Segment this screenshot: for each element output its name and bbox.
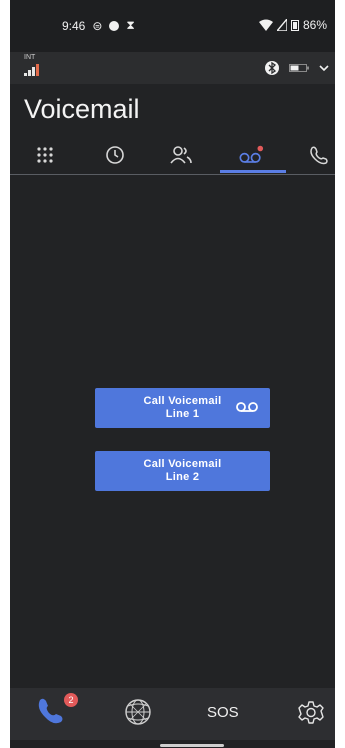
phone-outline-icon	[310, 146, 328, 165]
wifi-icon	[258, 19, 273, 31]
phone-icon	[38, 698, 63, 724]
button-label-line: Call Voicemail	[143, 458, 222, 470]
record-dot-icon	[109, 20, 120, 31]
globe-icon	[125, 699, 151, 725]
nav-phone[interactable]	[36, 696, 66, 726]
gear-icon	[298, 701, 324, 724]
tab-dialpad[interactable]	[32, 142, 58, 168]
clock-icon	[106, 146, 124, 164]
button-label-line: Call Voicemail	[143, 395, 222, 407]
battery-icon	[290, 20, 299, 31]
button-label-line: Line 2	[165, 471, 200, 483]
tab-calls[interactable]	[306, 142, 332, 168]
tab-voicemail[interactable]	[238, 142, 264, 168]
call-voicemail-line1-button[interactable]: Call Voicemail Line 1	[95, 388, 270, 428]
clock-time: 9:46	[62, 18, 86, 33]
carrier-bar: INT	[10, 52, 335, 84]
button-label-line: Line 1	[165, 408, 200, 420]
chevron-down-icon[interactable]	[319, 63, 329, 73]
nav-globe[interactable]	[123, 697, 153, 727]
contacts-icon	[170, 146, 192, 164]
sos-button[interactable]: SOS	[207, 704, 239, 721]
status-bar: 9:46 ⊜ ⧗ 86%	[10, 0, 335, 52]
carrier-label: INT	[24, 54, 36, 61]
voicemail-icon	[239, 145, 264, 163]
hourglass-icon: ⧗	[126, 18, 135, 32]
active-tab-indicator	[220, 170, 286, 173]
battery-percent: 86%	[302, 18, 327, 32]
bluetooth-icon	[265, 61, 279, 75]
phone-screen: 9:46 ⊜ ⧗ 86% INT Voicemail Call Voicemai…	[10, 0, 335, 748]
voicemail-icon	[236, 402, 258, 412]
dialpad-icon	[37, 147, 53, 163]
sync-icon: ⊜	[92, 18, 103, 33]
page-title: Voicemail	[24, 94, 140, 124]
call-voicemail-line2-button[interactable]: Call Voicemail Line 2	[95, 451, 270, 491]
phone-badge: 2	[64, 693, 78, 707]
tab-bar	[10, 138, 335, 175]
cell-signal-icon	[276, 19, 287, 31]
signal-bars-icon	[24, 64, 39, 76]
home-indicator	[160, 744, 224, 747]
nav-settings[interactable]	[296, 697, 326, 727]
tab-recents[interactable]	[102, 142, 128, 168]
device-battery-icon	[289, 64, 309, 72]
tab-contacts[interactable]	[168, 142, 194, 168]
